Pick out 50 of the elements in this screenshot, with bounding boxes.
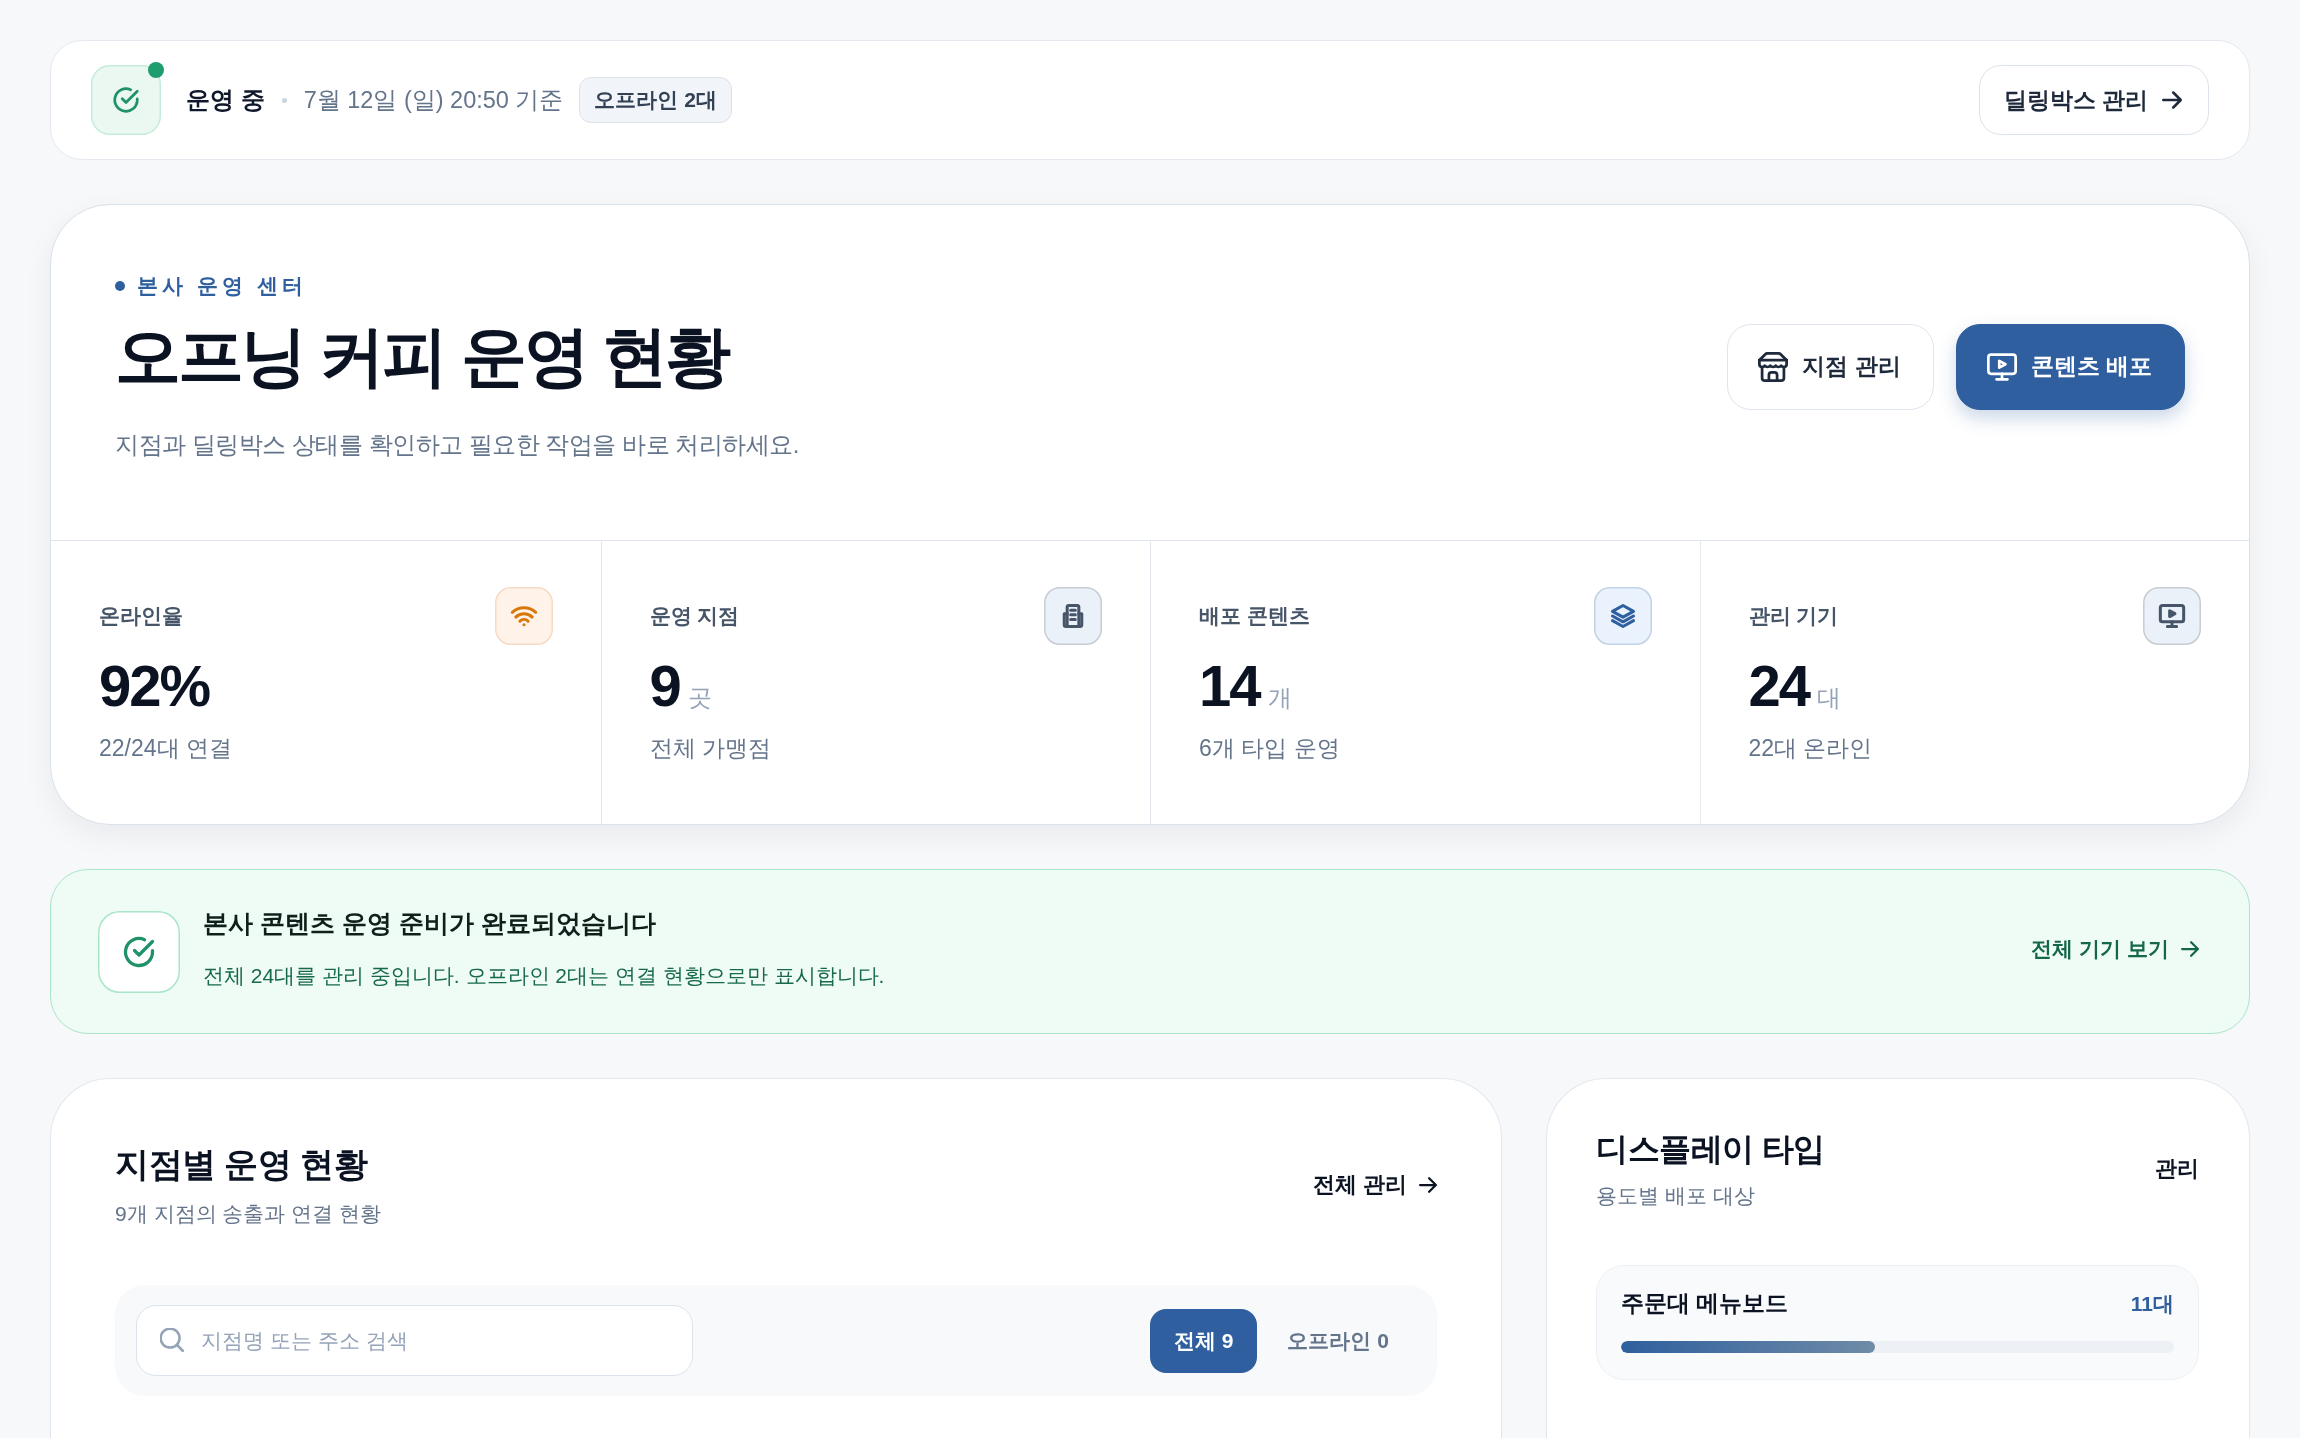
wifi-icon — [494, 587, 553, 645]
monitor-play-icon — [1986, 351, 2017, 382]
panel-subtitle: 9개 지점의 송출과 연결 현황 — [115, 1201, 382, 1227]
type-name: 주문대 메뉴보드 — [1621, 1289, 1789, 1318]
stat-label: 배포 콘텐츠 — [1199, 603, 1310, 629]
stat-detail: 6개 타입 운영 — [1199, 734, 1341, 763]
updated-time: 7월 12일 (일) 20:50 기준 — [303, 86, 564, 115]
status-label: 운영 중 — [186, 85, 265, 115]
stat-unit: 개 — [1267, 683, 1292, 713]
stat-detail: 전체 가맹점 — [649, 734, 772, 763]
stat-value: 9 — [649, 652, 680, 720]
page-title: 오프닝 커피 운영 현황 — [115, 317, 730, 395]
arrow-right-icon — [1419, 1177, 1437, 1193]
manage-button[interactable]: 딜링박스 관리 — [1978, 65, 2209, 135]
panel-subtitle: 용도별 배포 대상 — [1596, 1183, 1756, 1209]
type-count: 11대 — [2130, 1290, 2174, 1317]
notice-message: 전체 24대를 관리 중입니다. 오프라인 2대는 연결 현황으로만 표시합니다. — [203, 963, 886, 989]
filter-tab[interactable]: 오프라인 0 — [1263, 1308, 1413, 1373]
search-field[interactable]: 지점명 또는 주소 검색 — [136, 1305, 693, 1376]
page-subtitle: 지점과 딜링박스 상태를 확인하고 필요한 작업을 바로 처리하세요. — [115, 429, 799, 460]
offline-badge: 오프라인 2대 — [579, 77, 732, 123]
view-devices-link[interactable]: 전체 기기 보기 — [2031, 934, 2199, 963]
panel-title: 지점별 운영 현황 — [115, 1144, 369, 1185]
manage-all-link[interactable]: 전체 관리 — [1312, 1170, 1437, 1200]
stat-unit: 곳 — [687, 683, 712, 713]
stat-value: 14 — [1199, 652, 1260, 720]
search-icon — [160, 1328, 184, 1352]
stat-label: 운영 지점 — [649, 603, 740, 629]
arrow-right-icon — [2181, 940, 2199, 957]
filter-tab[interactable]: 전체 9 — [1149, 1308, 1258, 1373]
manage-button[interactable]: 지점 관리 — [1727, 323, 1934, 410]
deploy-button[interactable]: 콘텐츠 배포 — [1955, 323, 2185, 410]
stat-label: 관리 기기 — [1748, 603, 1839, 629]
stat-value: 92% — [99, 652, 210, 720]
separator-dot-icon — [281, 97, 287, 103]
manage-link[interactable]: 관리 — [2155, 1154, 2199, 1184]
stat-value: 24 — [1748, 652, 1809, 720]
stat-label: 온라인율 — [99, 603, 183, 629]
layers-icon — [1593, 587, 1652, 645]
store-icon — [1758, 351, 1789, 382]
arrow-right-icon — [2162, 91, 2182, 109]
stat-unit: 대 — [1817, 683, 1841, 713]
stat-detail: 22/24대 연결 — [99, 734, 233, 763]
eyebrow-label: 본사 운영 센터 — [137, 272, 307, 299]
monitor-play-icon — [2143, 587, 2201, 645]
building-icon — [1044, 587, 1102, 645]
panel-title: 디스플레이 타입 — [1596, 1130, 1825, 1169]
dot-icon — [115, 280, 125, 291]
notice-title: 본사 콘텐츠 운영 준비가 완료되었습니다 — [203, 908, 657, 939]
stat-detail: 22대 온라인 — [1748, 734, 1874, 763]
